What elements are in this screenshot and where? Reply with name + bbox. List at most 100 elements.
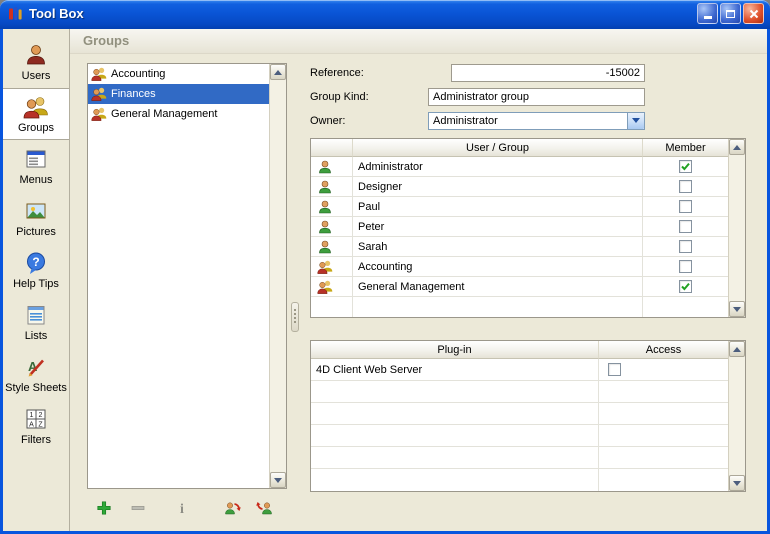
plugin-column-header: Plug-in — [311, 341, 599, 359]
scroll-up-button[interactable] — [729, 341, 745, 357]
member-row[interactable]: Accounting — [311, 257, 728, 277]
member-cell — [643, 177, 728, 196]
users-icon — [23, 42, 49, 68]
group-kind-field[interactable]: Administrator group — [428, 88, 645, 106]
empty-cell — [599, 381, 728, 402]
member-cell — [643, 157, 728, 176]
empty-cell — [311, 381, 599, 402]
member-row[interactable]: Administrator — [311, 157, 728, 177]
add-group-button[interactable] — [93, 498, 115, 518]
groups-list[interactable]: Accounting FinancesGeneral Management — [87, 63, 287, 489]
minimize-button[interactable] — [697, 3, 718, 24]
info-button[interactable]: i — [171, 498, 193, 518]
sidebar-item-label: Lists — [25, 331, 48, 342]
combo-dropdown-button[interactable] — [627, 113, 644, 129]
member-checkbox[interactable] — [679, 220, 692, 233]
sidebar-item-lists[interactable]: Lists — [3, 296, 69, 348]
member-checkbox[interactable] — [679, 200, 692, 213]
window-title: Tool Box — [29, 6, 697, 21]
user-icon — [317, 219, 333, 235]
sidebar-item-style-sheets[interactable]: AStyle Sheets — [3, 348, 69, 400]
member-column-header: Member — [643, 139, 728, 157]
page-header: Groups — [70, 29, 767, 54]
access-cell — [599, 359, 728, 380]
owner-value: Administrator — [429, 115, 627, 127]
empty-cell — [311, 447, 599, 468]
members-table-scrollbar[interactable] — [728, 139, 745, 317]
sidebar-item-pictures[interactable]: Pictures — [3, 192, 69, 244]
access-checkbox[interactable] — [608, 363, 621, 376]
plugin-empty-row — [311, 425, 728, 447]
main-panel: Groups AccountingFinancesGeneral Managem… — [70, 29, 767, 531]
svg-text:2: 2 — [39, 412, 43, 419]
group-list-item[interactable]: Accounting — [88, 64, 269, 84]
member-type-cell — [311, 177, 353, 196]
scroll-up-button[interactable] — [270, 64, 286, 80]
user-group-column-header: User / Group — [353, 139, 643, 157]
close-button[interactable] — [743, 3, 764, 24]
member-cell — [643, 277, 728, 296]
owner-label: Owner: — [310, 115, 428, 127]
empty-cell — [311, 297, 353, 317]
member-row[interactable]: Paul — [311, 197, 728, 217]
toolbox-icon — [7, 5, 24, 22]
group-list-item[interactable]: Finances — [88, 84, 269, 104]
owner-select[interactable]: Administrator — [428, 112, 645, 130]
scroll-down-button[interactable] — [729, 475, 745, 491]
member-name: Accounting — [353, 257, 643, 276]
svg-text:Z: Z — [38, 422, 43, 429]
splitter-grip[interactable] — [291, 302, 299, 332]
maximize-button[interactable] — [720, 3, 741, 24]
sidebar-item-filters[interactable]: 12AZFilters — [3, 400, 69, 452]
plugin-row[interactable]: 4D Client Web Server — [311, 359, 728, 381]
member-name: General Management — [353, 277, 643, 296]
scroll-up-button[interactable] — [729, 139, 745, 155]
member-checkbox[interactable] — [679, 280, 692, 293]
members-table: User / Group Member AdministratorDesigne… — [310, 138, 746, 318]
member-type-cell — [311, 197, 353, 216]
members-table-header: User / Group Member — [311, 139, 728, 157]
member-row[interactable]: General Management — [311, 277, 728, 297]
import-icon — [223, 500, 242, 517]
group-icon — [317, 279, 333, 295]
sidebar-item-label: Help Tips — [13, 279, 59, 290]
empty-cell — [599, 403, 728, 424]
titlebar[interactable]: Tool Box — [0, 0, 770, 29]
svg-text:i: i — [180, 502, 184, 516]
groups-toolbar: i — [87, 497, 287, 519]
remove-group-button[interactable] — [127, 498, 149, 518]
member-name: Sarah — [353, 237, 643, 256]
sidebar-item-help-tips[interactable]: ? Help Tips — [3, 244, 69, 296]
member-checkbox[interactable] — [679, 260, 692, 273]
plugins-table-scrollbar[interactable] — [728, 341, 745, 491]
member-row[interactable]: Sarah — [311, 237, 728, 257]
member-name: Peter — [353, 217, 643, 236]
member-checkbox[interactable] — [679, 180, 692, 193]
sidebar-item-menus[interactable]: Menus — [3, 140, 69, 192]
sidebar-item-label: Filters — [21, 435, 51, 446]
sidebar-item-groups[interactable]: Groups — [3, 88, 69, 140]
member-row[interactable]: Peter — [311, 217, 728, 237]
export-users-button[interactable] — [253, 498, 275, 518]
scroll-down-button[interactable] — [729, 301, 745, 317]
info-icon: i — [174, 500, 190, 516]
member-checkbox[interactable] — [679, 240, 692, 253]
group-list-item[interactable]: General Management — [88, 104, 269, 124]
help-tips-icon: ? — [23, 250, 49, 276]
group-name: Accounting — [111, 68, 165, 80]
sidebar-item-users[interactable]: Users — [3, 36, 69, 88]
empty-cell — [353, 297, 643, 317]
svg-text:?: ? — [32, 255, 39, 269]
reference-field[interactable]: -15002 — [451, 64, 645, 82]
toolbox-window: Tool Box UsersGroupsMenusPictures?Help T… — [0, 0, 770, 534]
groups-list-scrollbar[interactable] — [269, 64, 286, 488]
member-row[interactable]: Designer — [311, 177, 728, 197]
member-cell — [643, 237, 728, 256]
member-checkbox[interactable] — [679, 160, 692, 173]
member-cell — [643, 257, 728, 276]
group-icon — [91, 106, 107, 122]
scroll-down-button[interactable] — [270, 472, 286, 488]
import-users-button[interactable] — [221, 498, 243, 518]
group-detail-pane: Reference: -15002 Group Kind: Administra… — [310, 63, 747, 492]
sidebar: UsersGroupsMenusPictures? Help Tips Lists A… — [3, 29, 70, 531]
